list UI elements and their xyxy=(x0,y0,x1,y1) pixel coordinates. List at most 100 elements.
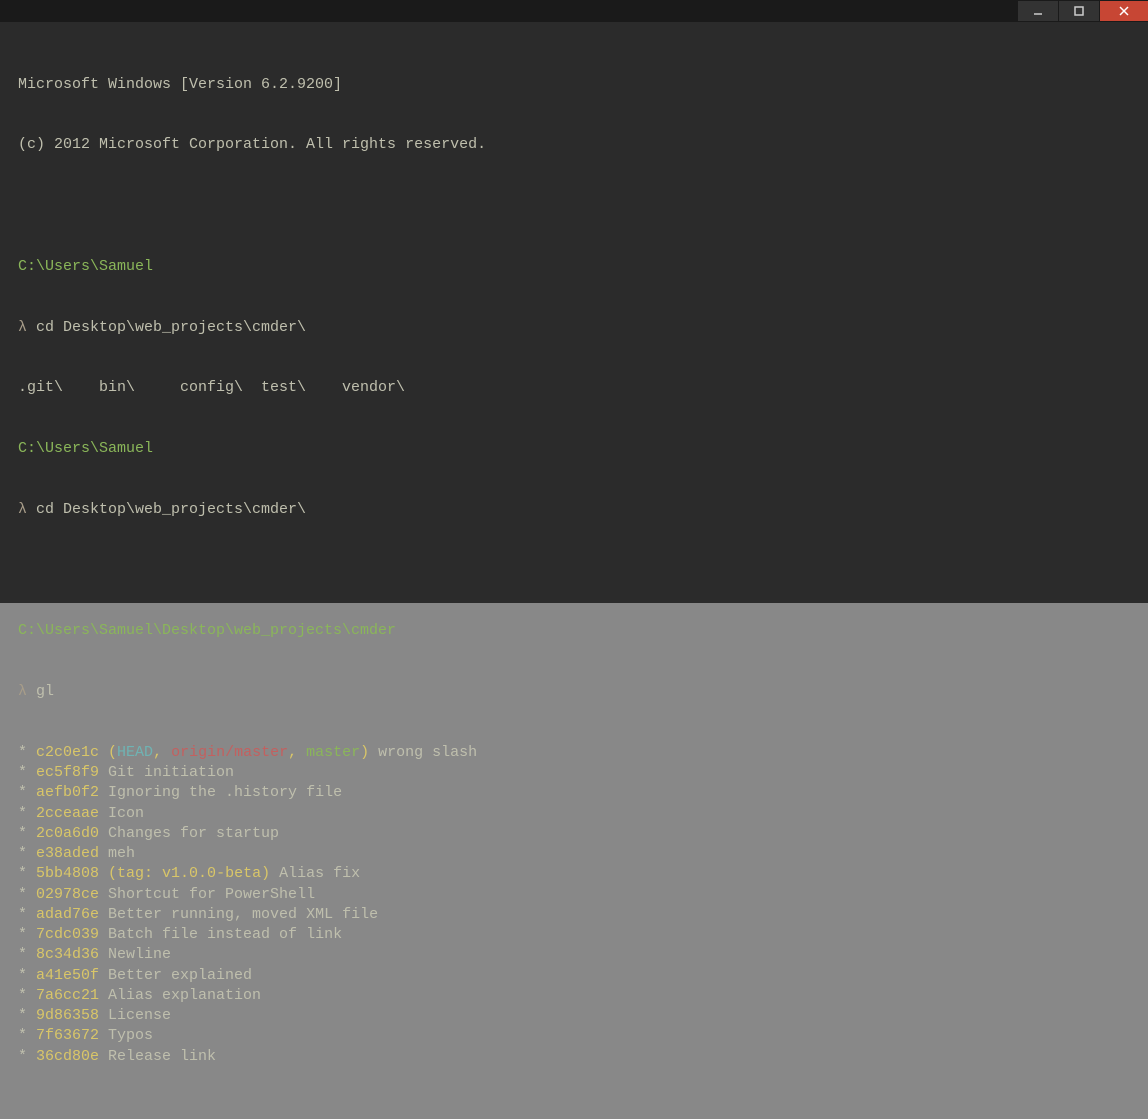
maximize-button[interactable] xyxy=(1059,1,1099,21)
refs-open: ( xyxy=(99,744,117,761)
git-log-line: * 2cceaae Icon xyxy=(18,804,1130,824)
git-log-line: * 2c0a6d0 Changes for startup xyxy=(18,824,1130,844)
ref-sep: , xyxy=(153,744,171,761)
commit-message: Alias explanation xyxy=(99,987,261,1004)
graph-star: * xyxy=(18,784,36,801)
commit-hash: e38aded xyxy=(36,845,99,862)
maximize-icon xyxy=(1074,6,1084,16)
commit-hash: 5bb4808 xyxy=(36,865,99,882)
commit-message: License xyxy=(99,1007,171,1024)
git-log-line: * 8c34d36 Newline xyxy=(18,945,1130,965)
commit-hash: 2cceaae xyxy=(36,805,99,822)
ref-remote: origin/master xyxy=(171,744,288,761)
prompt-path: C:\Users\Samuel\Desktop\web_projects\cmd… xyxy=(18,622,396,639)
git-log-line: * 9d86358 License xyxy=(18,1006,1130,1026)
commit-hash: ec5f8f9 xyxy=(36,764,99,781)
git-log-line: * ec5f8f9 Git initiation xyxy=(18,763,1130,783)
titlebar xyxy=(0,0,1148,22)
git-log-line: * e38aded meh xyxy=(18,844,1130,864)
commit-message: Icon xyxy=(99,805,144,822)
graph-star: * xyxy=(18,865,36,882)
prompt-path: C:\Users\Samuel xyxy=(18,258,153,275)
commit-hash: 36cd80e xyxy=(36,1048,99,1065)
commit-message: Batch file instead of link xyxy=(99,926,342,943)
git-log: * c2c0e1c (HEAD, origin/master, master) … xyxy=(18,743,1130,1067)
commit-hash: 02978ce xyxy=(36,886,99,903)
commit-hash: c2c0e1c xyxy=(36,744,99,761)
graph-star: * xyxy=(18,805,36,822)
commit-message: meh xyxy=(99,845,135,862)
git-log-line: * 7a6cc21 Alias explanation xyxy=(18,986,1130,1006)
commit-message: Git initiation xyxy=(99,764,234,781)
git-log-line: * c2c0e1c (HEAD, origin/master, master) … xyxy=(18,743,1130,763)
graph-star: * xyxy=(18,1048,36,1065)
commit-message: Shortcut for PowerShell xyxy=(99,886,315,903)
commit-message: Ignoring the .history file xyxy=(99,784,342,801)
command-text: cd Desktop\web_projects\cmder\ xyxy=(27,319,306,336)
commit-message: Changes for startup xyxy=(99,825,279,842)
commit-message: Typos xyxy=(99,1027,153,1044)
commit-hash: a41e50f xyxy=(36,967,99,984)
commit-message: Release link xyxy=(99,1048,216,1065)
terminal-window: Microsoft Windows [Version 6.2.9200] (c)… xyxy=(0,0,1148,603)
git-log-line: * 02978ce Shortcut for PowerShell xyxy=(18,885,1130,905)
git-log-line: * a41e50f Better explained xyxy=(18,966,1130,986)
ref-head: HEAD xyxy=(117,744,153,761)
completion-line: .git\ bin\ config\ test\ vendor\ xyxy=(18,378,1130,398)
command-line: λ gl xyxy=(18,682,1130,702)
lambda-icon: λ xyxy=(18,319,27,336)
commit-hash: 2c0a6d0 xyxy=(36,825,99,842)
blank-line xyxy=(18,196,1130,216)
command-text: gl xyxy=(27,683,54,700)
commit-hash: 7f63672 xyxy=(36,1027,99,1044)
commit-message: wrong slash xyxy=(369,744,477,761)
git-log-line: * 7cdc039 Batch file instead of link xyxy=(18,925,1130,945)
commit-message: Better running, moved XML file xyxy=(99,906,378,923)
git-log-line: * aefb0f2 Ignoring the .history file xyxy=(18,783,1130,803)
blank-line xyxy=(18,561,1130,581)
graph-star: * xyxy=(18,926,36,943)
commit-message: Better explained xyxy=(99,967,252,984)
graph-star: * xyxy=(18,744,36,761)
prompt-line: C:\Users\Samuel\Desktop\web_projects\cmd… xyxy=(18,621,1130,641)
prompt-line: C:\Users\Samuel xyxy=(18,257,1130,277)
graph-star: * xyxy=(18,825,36,842)
graph-star: * xyxy=(18,946,36,963)
git-log-line: * 5bb4808 (tag: v1.0.0-beta) Alias fix xyxy=(18,864,1130,884)
command-line: λ cd Desktop\web_projects\cmder\ xyxy=(18,500,1130,520)
minimize-button[interactable] xyxy=(1018,1,1058,21)
commit-hash: 7cdc039 xyxy=(36,926,99,943)
commit-hash: 7a6cc21 xyxy=(36,987,99,1004)
tag-text: tag: v1.0.0-beta xyxy=(117,865,261,882)
graph-star: * xyxy=(18,764,36,781)
header-line: (c) 2012 Microsoft Corporation. All righ… xyxy=(18,135,1130,155)
graph-star: * xyxy=(18,1007,36,1024)
commit-message: Newline xyxy=(99,946,171,963)
lambda-icon: λ xyxy=(18,683,27,700)
tag-close: ) xyxy=(261,865,270,882)
graph-star: * xyxy=(18,906,36,923)
git-log-line: * adad76e Better running, moved XML file xyxy=(18,905,1130,925)
commit-hash: 8c34d36 xyxy=(36,946,99,963)
refs-close: ) xyxy=(360,744,369,761)
graph-star: * xyxy=(18,845,36,862)
commit-hash: aefb0f2 xyxy=(36,784,99,801)
close-icon xyxy=(1119,6,1129,16)
tag-open: ( xyxy=(99,865,117,882)
graph-star: * xyxy=(18,967,36,984)
header-line: Microsoft Windows [Version 6.2.9200] xyxy=(18,75,1130,95)
git-log-line: * 7f63672 Typos xyxy=(18,1026,1130,1046)
git-log-line: * 36cd80e Release link xyxy=(18,1047,1130,1067)
prompt-path: C:\Users\Samuel xyxy=(18,440,153,457)
minimize-icon xyxy=(1033,6,1043,16)
graph-star: * xyxy=(18,886,36,903)
terminal-body[interactable]: Microsoft Windows [Version 6.2.9200] (c)… xyxy=(0,22,1148,1119)
lambda-icon: λ xyxy=(18,501,27,518)
close-button[interactable] xyxy=(1100,1,1148,21)
command-line: λ cd Desktop\web_projects\cmder\ xyxy=(18,318,1130,338)
prompt-line: C:\Users\Samuel xyxy=(18,439,1130,459)
graph-star: * xyxy=(18,987,36,1004)
commit-message: Alias fix xyxy=(270,865,360,882)
commit-hash: 9d86358 xyxy=(36,1007,99,1024)
command-text: cd Desktop\web_projects\cmder\ xyxy=(27,501,306,518)
